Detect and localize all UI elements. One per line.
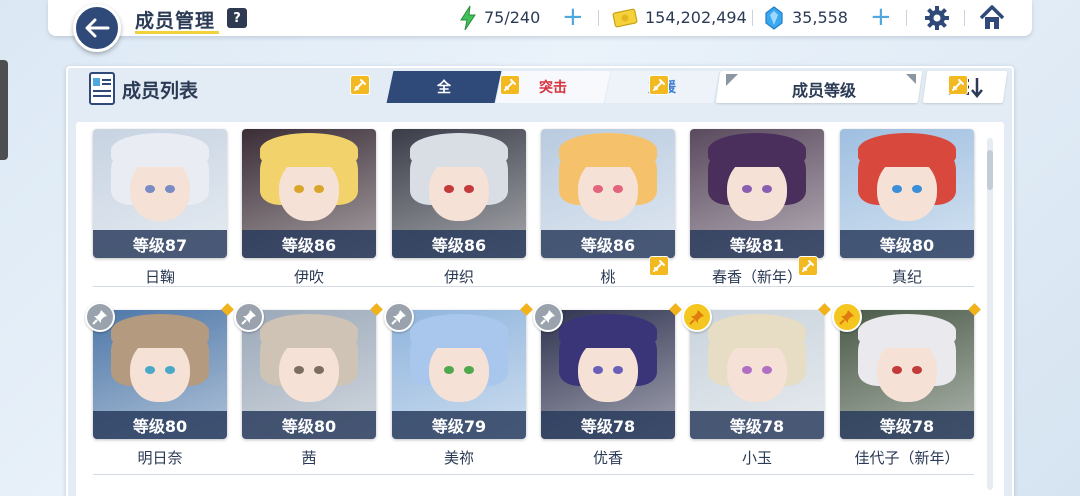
pin-icon[interactable] xyxy=(682,302,712,332)
student-portrait: 等级87 xyxy=(93,129,227,258)
student-name: 茜 xyxy=(301,449,317,467)
gear-icon[interactable] xyxy=(924,5,950,31)
student-name: 日鞠 xyxy=(144,268,175,286)
ap-value: 75/240 xyxy=(484,8,541,27)
student-name: 佳代子（新年） xyxy=(854,449,960,467)
row-divider xyxy=(93,474,974,475)
student-name: 真纪 xyxy=(891,268,922,286)
tab-all[interactable]: 全 xyxy=(386,71,502,103)
level-label: 等级78 xyxy=(840,411,974,439)
home-icon[interactable] xyxy=(978,4,1006,32)
level-label: 等级80 xyxy=(840,230,974,258)
student-name: 小玉 xyxy=(741,449,772,467)
level-label: 等级78 xyxy=(541,411,675,439)
student-portrait: 等级86 xyxy=(541,129,675,258)
student-name: 优香 xyxy=(592,449,623,467)
level-label: 等级79 xyxy=(392,411,526,439)
scrollbar[interactable] xyxy=(987,138,993,490)
level-label: 等级80 xyxy=(242,411,376,439)
gem-icon xyxy=(765,6,783,30)
weapon-icon xyxy=(350,75,370,95)
student-portrait: 等级78 xyxy=(840,310,974,439)
level-label: 等级86 xyxy=(392,230,526,258)
student-name: 伊吹 xyxy=(293,268,324,286)
back-button[interactable] xyxy=(73,4,121,52)
tab-label: 突击 xyxy=(539,80,567,96)
student-portrait: 等级81 xyxy=(690,129,824,258)
member-list-icon xyxy=(89,72,115,105)
page-title: 成员管理 xyxy=(135,10,216,32)
credits-value: 154,202,494 xyxy=(645,8,747,27)
student-name: 伊织 xyxy=(443,268,474,286)
device-edge xyxy=(0,60,8,160)
ap-add-button[interactable]: + xyxy=(562,4,584,30)
student-portrait: 等级80 xyxy=(242,310,376,439)
pin-icon[interactable] xyxy=(85,302,115,332)
divider xyxy=(964,10,965,26)
title-underline xyxy=(135,31,219,34)
student-name: 明日奈 xyxy=(137,449,183,467)
level-label: 等级86 xyxy=(242,230,376,258)
weapon-icon xyxy=(798,256,818,276)
weapon-icon xyxy=(948,75,968,95)
student-portrait: 等级86 xyxy=(242,129,376,258)
level-label: 等级86 xyxy=(541,230,675,258)
level-label: 等级78 xyxy=(690,411,824,439)
row-divider xyxy=(93,286,974,287)
tab-label: 全 xyxy=(437,80,451,96)
ap-lightning-icon xyxy=(460,5,476,31)
pin-icon[interactable] xyxy=(234,302,264,332)
weapon-icon xyxy=(500,75,520,95)
student-portrait: 等级80 xyxy=(840,129,974,258)
divider xyxy=(752,10,753,26)
student-portrait: 等级78 xyxy=(541,310,675,439)
student-portrait: 等级86 xyxy=(392,129,526,258)
level-label: 等级81 xyxy=(690,230,824,258)
student-portrait: 等级79 xyxy=(392,310,526,439)
credits-icon xyxy=(612,8,638,28)
pin-icon[interactable] xyxy=(533,302,563,332)
weapon-icon xyxy=(649,256,669,276)
arrow-left-icon xyxy=(85,18,110,38)
divider xyxy=(598,10,599,26)
help-button[interactable]: ? xyxy=(227,8,247,28)
level-label: 等级80 xyxy=(93,411,227,439)
pin-icon[interactable] xyxy=(384,302,414,332)
member-list-title: 成员列表 xyxy=(122,80,199,102)
sort-label: 成员等级 xyxy=(791,81,856,100)
level-label: 等级87 xyxy=(93,230,227,258)
weapon-icon xyxy=(649,75,669,95)
pin-icon[interactable] xyxy=(832,302,862,332)
student-name: 美祢 xyxy=(443,449,474,467)
student-portrait: 等级80 xyxy=(93,310,227,439)
divider xyxy=(906,10,907,26)
gems-add-button[interactable]: + xyxy=(870,4,892,30)
scrollbar-thumb[interactable] xyxy=(987,150,993,190)
gems-value: 35,558 xyxy=(792,8,848,27)
student-portrait: 等级78 xyxy=(690,310,824,439)
